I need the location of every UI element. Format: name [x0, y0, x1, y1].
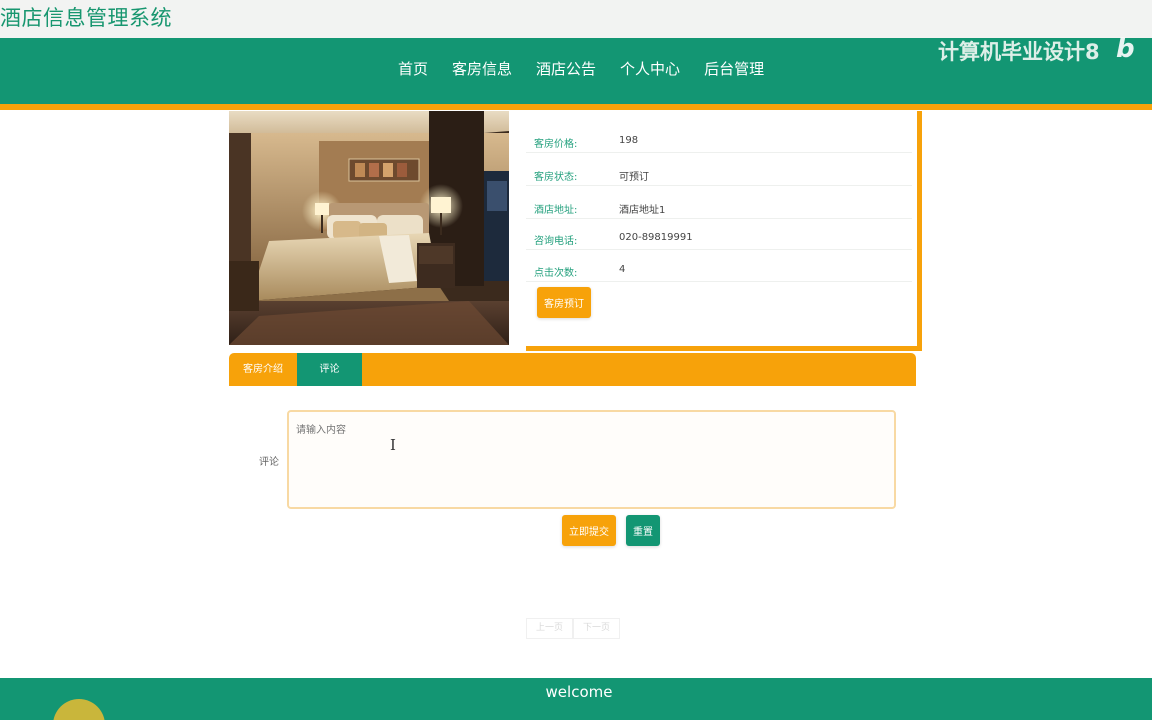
status-label: 客房状态:	[534, 172, 578, 183]
price-label: 客房价格:	[534, 139, 578, 150]
phone-value: 020-89819991	[619, 232, 693, 243]
submit-comment-button[interactable]: 立即提交	[562, 515, 616, 546]
address-value: 酒店地址1	[619, 205, 666, 216]
next-page-button[interactable]: 下一页	[573, 618, 620, 639]
address-label: 酒店地址:	[534, 205, 578, 216]
info-row-price: 客房价格: 198	[526, 121, 912, 153]
price-value: 198	[619, 135, 639, 146]
nav-item-admin[interactable]: 后台管理	[692, 58, 776, 79]
comment-input[interactable]	[287, 410, 896, 509]
info-row-status: 客房状态: 可预订	[526, 154, 912, 186]
status-value: 可预订	[619, 172, 649, 183]
prev-page-button[interactable]: 上一页	[526, 618, 573, 639]
nav-item-announcements[interactable]: 酒店公告	[524, 58, 608, 79]
title-bar: 酒店信息管理系统	[0, 0, 1152, 38]
info-row-address: 酒店地址: 酒店地址1	[526, 187, 912, 219]
nav-item-profile[interactable]: 个人中心	[608, 58, 692, 79]
room-info-panel: 客房价格: 198 客房状态: 可预订 酒店地址: 酒店地址1 咨询电话: 02…	[526, 111, 922, 351]
tab-room-intro[interactable]: 客房介绍	[229, 353, 297, 386]
clicks-label: 点击次数:	[534, 268, 578, 279]
clicks-value: 4	[619, 264, 626, 275]
comment-label: 评论	[259, 457, 279, 468]
info-row-clicks: 点击次数: 4	[526, 250, 912, 282]
reset-button[interactable]: 重置	[626, 515, 660, 546]
bilibili-logo-icon: b	[1116, 34, 1135, 64]
video-watermark: 计算机毕业设计8	[938, 40, 1100, 64]
detail-tabs: 客房介绍 评论	[229, 353, 916, 386]
nav-item-rooms[interactable]: 客房信息	[440, 58, 524, 79]
book-room-button[interactable]: 客房预订	[537, 287, 591, 318]
nav-menu: 首页 客房信息 酒店公告 个人中心 后台管理	[386, 58, 776, 79]
room-photo-illustration	[229, 111, 509, 345]
nav-item-home[interactable]: 首页	[386, 58, 440, 79]
text-cursor-icon: I	[390, 436, 396, 454]
room-photo	[229, 111, 509, 345]
phone-label: 咨询电话:	[534, 236, 578, 247]
info-row-phone: 咨询电话: 020-89819991	[526, 218, 912, 250]
page: 酒店信息管理系统 首页 客房信息 酒店公告 个人中心 后台管理 计算机毕业设计8…	[0, 0, 1152, 720]
site-title: 酒店信息管理系统	[0, 6, 172, 30]
footer-text: welcome	[545, 683, 613, 701]
nav-border	[0, 104, 1152, 110]
tab-comments[interactable]: 评论	[297, 353, 362, 386]
